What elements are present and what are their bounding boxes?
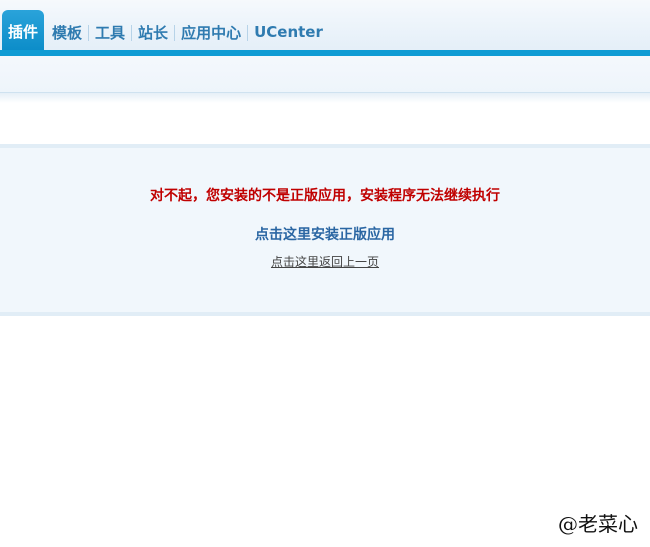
sub-strip-shadow [0, 93, 650, 103]
tab-tools[interactable]: 工具 [89, 12, 131, 52]
sub-navigation-strip [0, 56, 650, 93]
tab-webmaster[interactable]: 站长 [132, 12, 174, 52]
watermark-text: @老菜心 [558, 512, 638, 536]
nav-tabs: 插件 模板 工具 站长 应用中心 UCenter [2, 10, 329, 52]
tab-app-center[interactable]: 应用中心 [175, 12, 247, 52]
tab-ucenter[interactable]: UCenter [248, 12, 329, 52]
install-genuine-link[interactable]: 点击这里安装正版应用 [0, 224, 650, 244]
go-back-link[interactable]: 点击这里返回上一页 [0, 253, 650, 270]
top-navigation: 插件 模板 工具 站长 应用中心 UCenter [0, 0, 650, 56]
error-message: 对不起，您安装的不是正版应用，安装程序无法继续执行 [150, 188, 500, 204]
tab-plugins[interactable]: 插件 [2, 10, 45, 52]
message-panel: 对不起，您安装的不是正版应用，安装程序无法继续执行 点击这里安装正版应用 点击这… [0, 144, 650, 316]
tab-templates[interactable]: 模板 [46, 12, 88, 52]
